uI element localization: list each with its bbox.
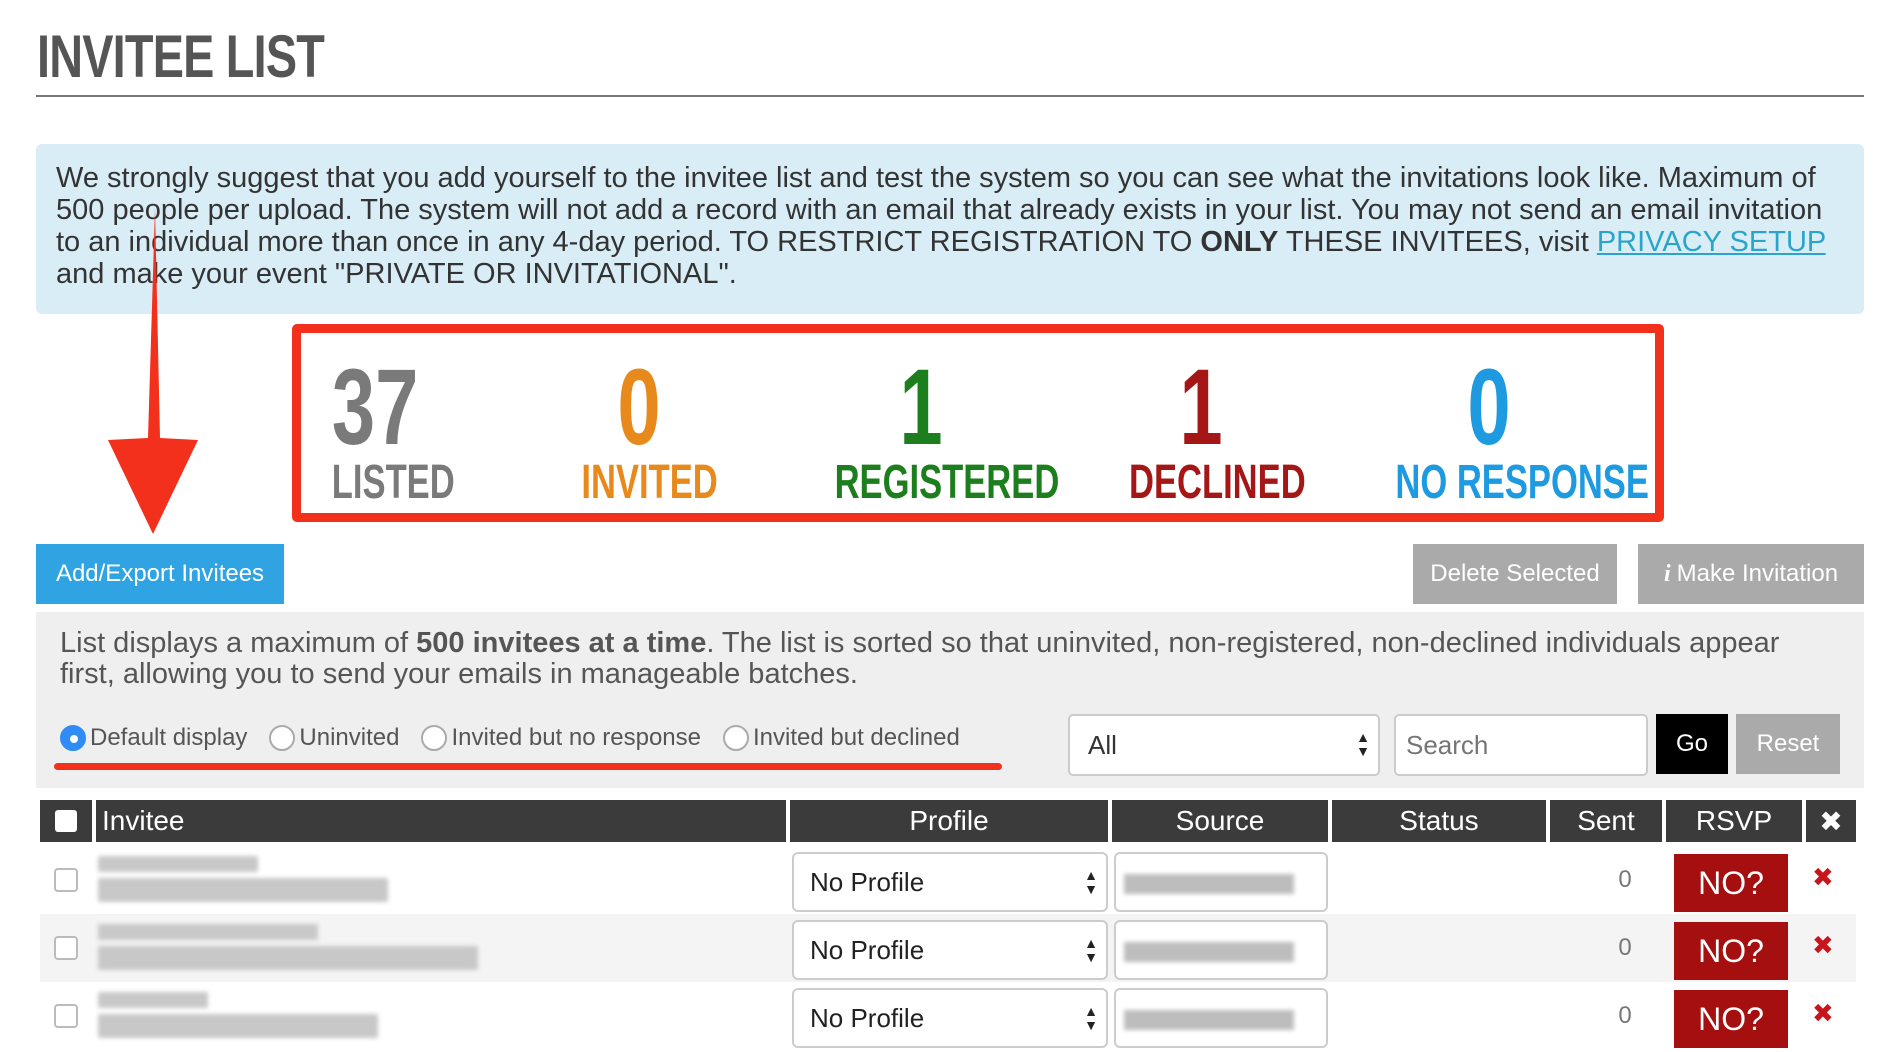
radio-default-display[interactable]: Default display	[60, 724, 247, 752]
stat-registered: 1 REGISTERED	[801, 346, 1060, 509]
table-row: No Profile ▲ ▼ 0 NO? ✖	[40, 982, 1856, 1050]
radio-dot[interactable]	[723, 725, 749, 751]
profile-select-value: No Profile	[810, 1002, 925, 1033]
filter-desc-bold: 500 invitees at a time	[416, 627, 707, 659]
select-updown-icon: ▲ ▼	[1084, 867, 1098, 897]
stat-no-response-label: NO RESPONSE	[1395, 456, 1649, 509]
invitee-name-blurred	[98, 856, 388, 902]
stat-declined-value: 1	[1179, 346, 1223, 467]
filter-description: List displays a maximum of 500 invitees …	[60, 628, 1840, 690]
make-invitation-label: Make Invitation	[1676, 560, 1839, 587]
stat-no-response-value: 0	[1467, 346, 1511, 467]
radio-dot[interactable]	[421, 725, 448, 751]
rsvp-button[interactable]: NO?	[1674, 990, 1788, 1048]
info-text-2: THESE INVITEES, visit	[1278, 226, 1597, 258]
delete-row-icon[interactable]: ✖	[1812, 998, 1834, 1029]
radio-label: Default display	[90, 724, 248, 751]
profile-select[interactable]: No Profile ▲ ▼	[792, 852, 1108, 912]
filter-select-value: All	[1088, 729, 1117, 760]
delete-row-icon[interactable]: ✖	[1812, 930, 1834, 961]
stat-declined: 1 DECLINED	[1101, 346, 1306, 509]
page-title: INVITEE LIST	[37, 23, 325, 90]
add-export-invitees-button[interactable]: Add/Export Invitees	[36, 544, 284, 604]
invitee-name-blurred	[98, 992, 378, 1038]
header-status[interactable]: Status	[1332, 800, 1546, 842]
stat-registered-value: 1	[899, 346, 943, 467]
sent-count: 0	[1618, 934, 1632, 961]
radio-uninvited[interactable]: Uninvited	[269, 724, 399, 752]
display-filter-radios: Default display Uninvited Invited but no…	[60, 724, 982, 752]
rsvp-button[interactable]: NO?	[1674, 854, 1788, 912]
select-updown-icon: ▲ ▼	[1084, 1003, 1098, 1033]
stat-registered-label: REGISTERED	[834, 456, 1060, 509]
invitee-name-blurred	[98, 924, 478, 970]
radio-label: Invited but declined	[753, 724, 960, 751]
source-value-blurred	[1114, 920, 1328, 980]
stat-invited-label: INVITED	[581, 456, 718, 509]
stat-declined-label: DECLINED	[1129, 456, 1306, 509]
header-delete-icon: ✖	[1806, 800, 1856, 842]
select-updown-icon: ▲ ▼	[1084, 935, 1098, 965]
stat-listed: 37 LISTED	[315, 346, 455, 509]
info-alert: We strongly suggest that you add yoursel…	[36, 144, 1864, 314]
header-invitee[interactable]: Invitee	[96, 800, 786, 842]
make-invitation-button[interactable]: i Make Invitation	[1638, 544, 1864, 604]
delete-row-icon[interactable]: ✖	[1812, 862, 1834, 893]
source-value-blurred	[1114, 852, 1328, 912]
header-select-all[interactable]	[40, 800, 92, 842]
radio-label: Invited but no response	[451, 724, 701, 751]
radio-invited-no-response[interactable]: Invited but no response	[421, 724, 701, 752]
sent-count: 0	[1618, 1002, 1632, 1029]
filter-desc-1: List displays a maximum of	[60, 627, 417, 659]
header-sent[interactable]: Sent	[1550, 800, 1662, 842]
info-icon: i	[1663, 560, 1671, 587]
header-source[interactable]: Source	[1112, 800, 1328, 842]
radio-label: Uninvited	[299, 724, 400, 751]
source-value-blurred	[1114, 988, 1328, 1048]
table-row: No Profile ▲ ▼ 0 NO? ✖	[40, 914, 1856, 982]
annotation-underline	[54, 763, 1002, 770]
header-rsvp[interactable]: RSVP	[1666, 800, 1802, 842]
radio-invited-declined[interactable]: Invited but declined	[723, 724, 960, 752]
radio-dot[interactable]	[269, 725, 296, 751]
row-checkbox[interactable]	[54, 936, 78, 960]
stat-listed-label: LISTED	[331, 456, 455, 509]
profile-select-value: No Profile	[810, 866, 925, 897]
stat-invited-value: 0	[617, 346, 661, 467]
sent-count: 0	[1618, 866, 1632, 893]
go-button[interactable]: Go	[1656, 714, 1728, 774]
reset-button[interactable]: Reset	[1736, 714, 1840, 774]
table-row: No Profile ▲ ▼ 0 NO? ✖	[40, 846, 1856, 914]
select-all-checkbox[interactable]	[55, 810, 77, 832]
select-updown-icon: ▲ ▼	[1356, 729, 1370, 759]
stats-highlight-box: 37 LISTED 0 INVITED 1 REGISTERED 1 DECLI…	[292, 324, 1664, 522]
stat-listed-value: 37	[331, 346, 419, 467]
stat-invited: 0 INVITED	[559, 346, 719, 509]
profile-select-value: No Profile	[810, 934, 925, 965]
header-profile[interactable]: Profile	[790, 800, 1108, 842]
search-input[interactable]	[1394, 714, 1648, 776]
stat-no-response: 0 NO RESPONSE	[1359, 346, 1649, 509]
row-checkbox[interactable]	[54, 1004, 78, 1028]
profile-select[interactable]: No Profile ▲ ▼	[792, 988, 1108, 1048]
annotation-arrow-icon	[108, 208, 198, 534]
delete-selected-button[interactable]: Delete Selected	[1413, 544, 1617, 604]
title-divider	[36, 95, 1864, 97]
info-text-bold: ONLY	[1200, 226, 1279, 258]
profile-select[interactable]: No Profile ▲ ▼	[792, 920, 1108, 980]
radio-dot[interactable]	[60, 725, 86, 751]
rsvp-button[interactable]: NO?	[1674, 922, 1788, 980]
row-checkbox[interactable]	[54, 868, 78, 892]
filter-select[interactable]: All ▲ ▼	[1068, 714, 1380, 776]
privacy-setup-link[interactable]: PRIVACY SETUP	[1597, 226, 1826, 258]
